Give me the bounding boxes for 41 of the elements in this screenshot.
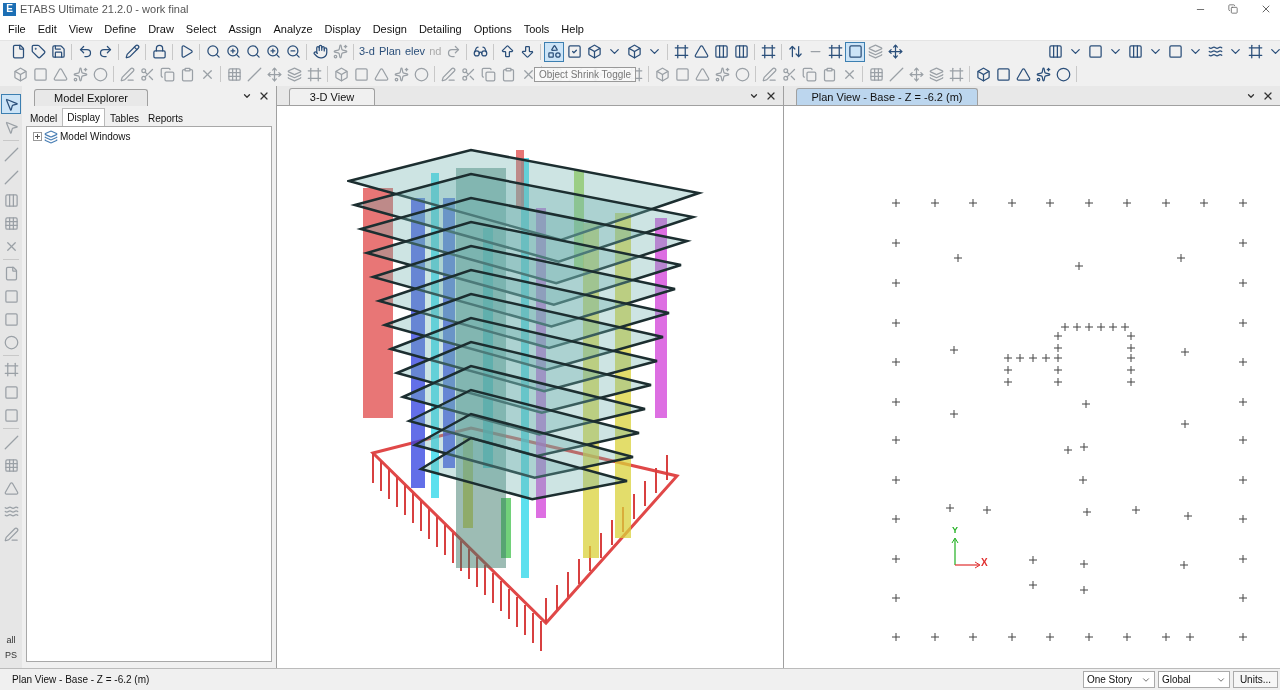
menu-item[interactable]: File — [2, 20, 32, 38]
menu-item[interactable]: Options — [467, 20, 518, 38]
select-button[interactable]: all — [5, 636, 17, 645]
tree-item[interactable]: Model Windows — [60, 129, 131, 144]
restore-icon[interactable] — [1228, 4, 1238, 14]
dropdown[interactable]: Global — [1157, 671, 1230, 688]
view-button[interactable]: Plan — [376, 46, 403, 57]
dropdown-icon[interactable] — [242, 91, 252, 101]
menu-item[interactable]: Tools — [517, 20, 556, 38]
menu-item[interactable]: Detailing — [412, 20, 468, 38]
status-text: Plan View - Base - Z = -6.2 (m) — [12, 673, 150, 687]
y-axis-label: Y — [952, 526, 958, 535]
view-button[interactable]: 3-d — [357, 46, 377, 57]
view-button[interactable]: elev — [402, 46, 428, 57]
units-button[interactable]: Units... — [1232, 671, 1278, 688]
menu-item[interactable]: Draw — [142, 20, 180, 38]
menu-item[interactable]: Design — [366, 20, 413, 38]
explorer-tab[interactable]: Display — [62, 108, 106, 126]
dropdown[interactable]: One Story — [1082, 671, 1155, 688]
tooltip: Object Shrink Toggle — [534, 67, 637, 82]
close-icon[interactable] — [1260, 3, 1272, 15]
select-button[interactable]: PS — [5, 651, 17, 660]
window-title: ETABS Ultimate 21.2.0 - work final — [20, 1, 189, 17]
menu-item[interactable]: Assign — [222, 20, 268, 38]
menu-item[interactable]: Define — [98, 20, 143, 38]
view-tab[interactable]: 3-D View — [289, 88, 375, 105]
windows-icon — [44, 129, 58, 144]
app-logo: E — [3, 2, 16, 16]
x-axis-label: X — [981, 558, 988, 568]
menu-item[interactable]: View — [62, 20, 99, 38]
menu-item[interactable]: Help — [555, 20, 590, 38]
menu-item[interactable]: Select — [179, 20, 223, 38]
pointer-icon[interactable] — [1, 94, 21, 114]
close-icon[interactable] — [258, 90, 270, 102]
view-tab[interactable]: Plan View - Base - Z = -6.2 (m) — [796, 88, 978, 105]
menu-item[interactable]: Display — [318, 20, 367, 38]
expand-toggle[interactable] — [33, 132, 42, 141]
menu-item[interactable]: Analyze — [267, 20, 319, 38]
menu-item[interactable]: Edit — [31, 20, 63, 38]
filled-square-icon[interactable] — [845, 41, 866, 62]
axis-icon — [951, 537, 981, 569]
